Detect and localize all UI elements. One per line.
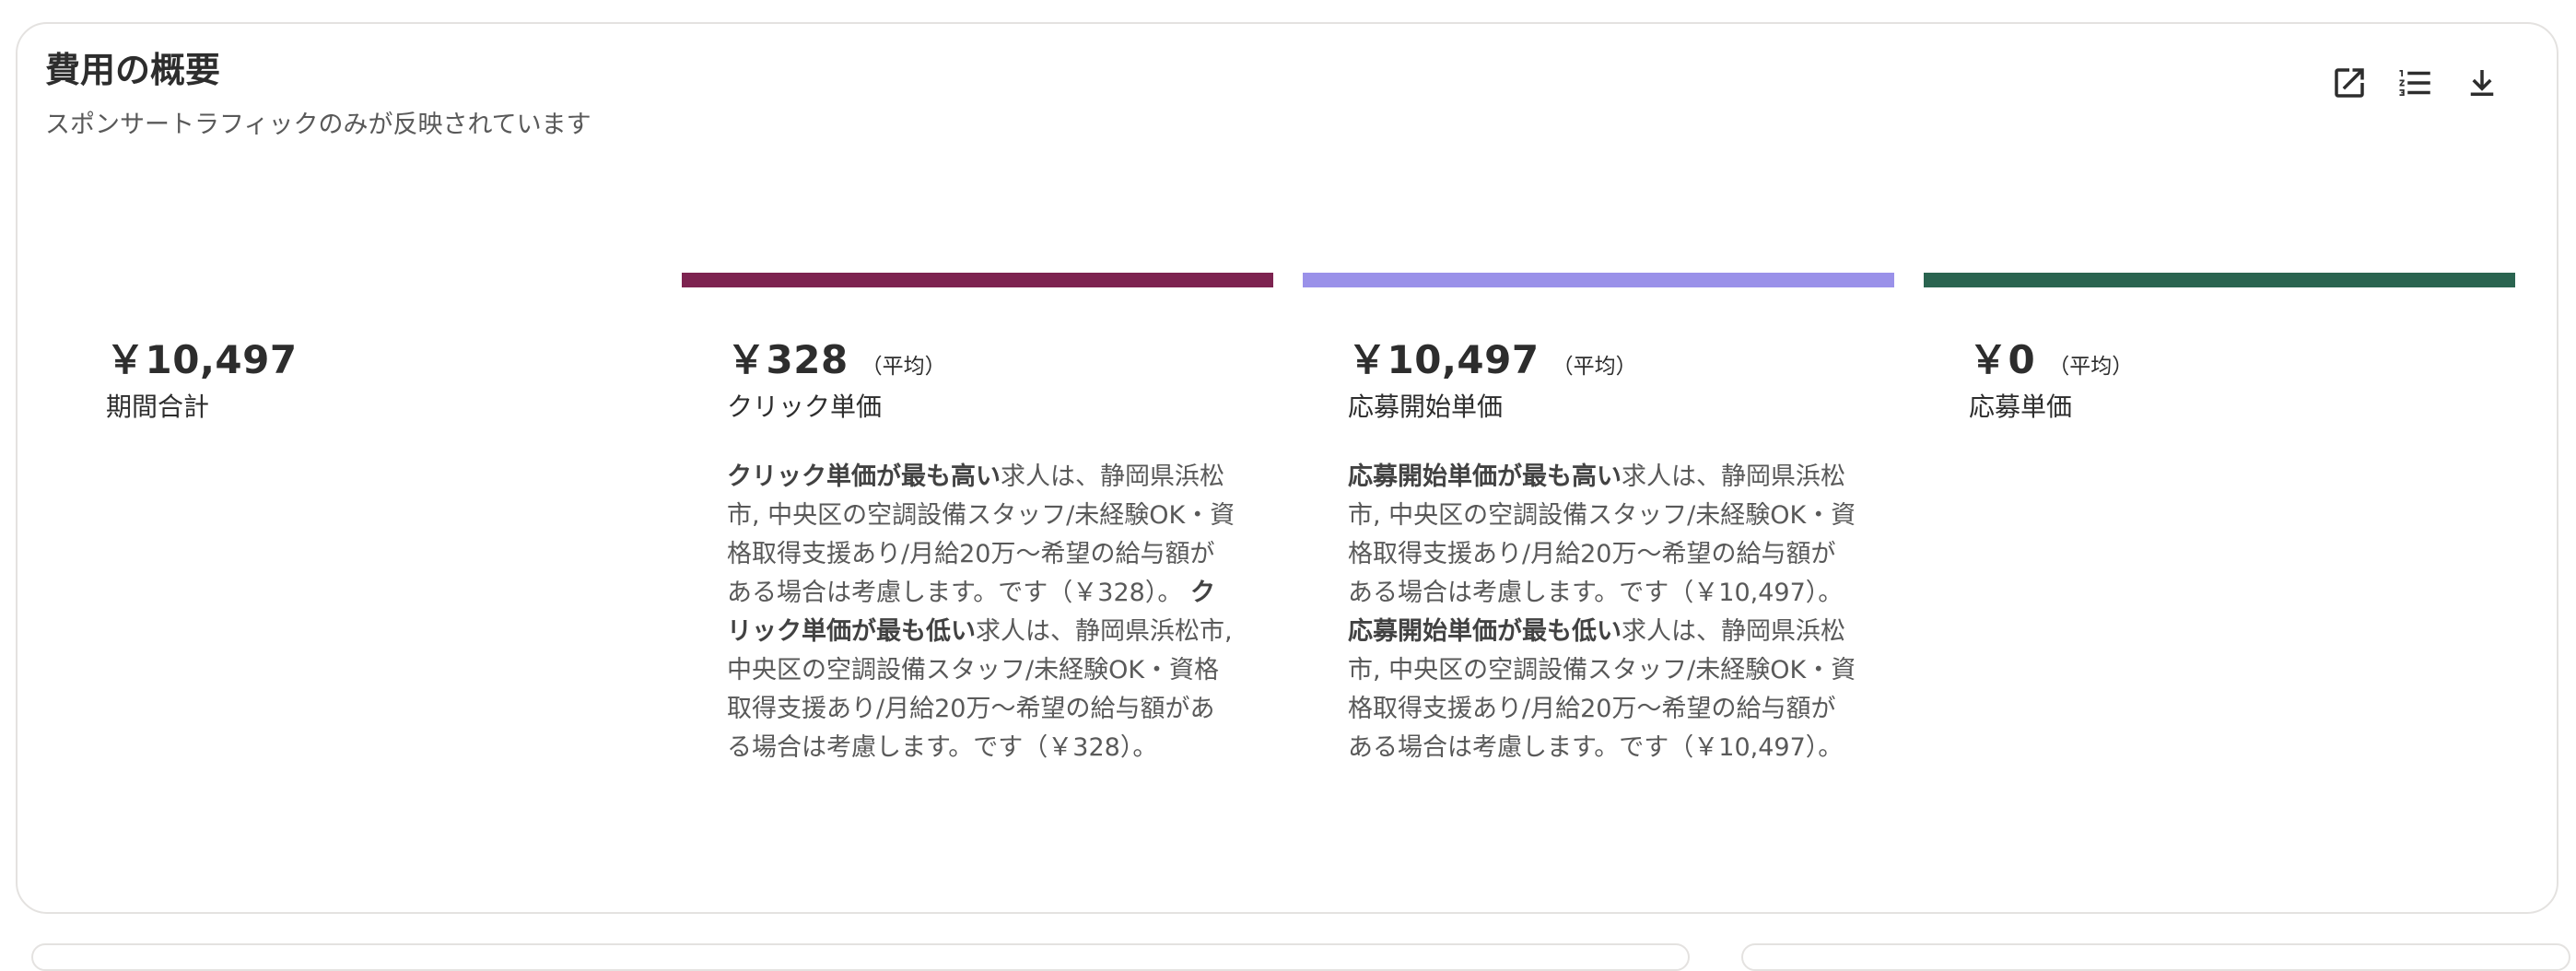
card-title: 費用の概要 xyxy=(45,50,221,90)
metric-label: 期間合計 xyxy=(106,392,210,423)
highest-label: クリック単価が最も高い xyxy=(727,462,1001,491)
cost-summary-card xyxy=(16,22,2558,914)
metric-color-bar xyxy=(682,273,1273,287)
numbered-list-button[interactable] xyxy=(2390,57,2441,109)
metric-cpc-content: ￥328 （平均） クリック単価 クリック単価が最も高い求人は、静岡県浜松市, … xyxy=(727,337,1243,767)
metric-label: クリック単価 xyxy=(727,392,883,423)
numbered-list-icon xyxy=(2399,70,2430,96)
metric-value-line: ￥10,497 （平均） xyxy=(1348,337,1864,383)
download-button[interactable] xyxy=(2456,57,2508,109)
metric-description: クリック単価が最も高い求人は、静岡県浜松市, 中央区の空調設備スタッフ/未経験O… xyxy=(727,458,1238,767)
download-icon xyxy=(2470,70,2494,96)
metric-label: 応募開始単価 xyxy=(1348,392,1504,423)
metric-total-content: ￥10,497 期間合計 xyxy=(106,337,622,425)
metric-cpa-content: ￥0 （平均） 応募単価 xyxy=(1969,337,2485,425)
metric-color-bar xyxy=(1303,273,1894,287)
metric-value: ￥0 xyxy=(1969,337,2036,382)
metric-average-label: （平均） xyxy=(861,355,946,379)
metric-description: 応募開始単価が最も高い求人は、静岡県浜松市, 中央区の空調設備スタッフ/未経験O… xyxy=(1348,458,1859,767)
metric-average-label: （平均） xyxy=(1551,355,1637,379)
metric-color-bar xyxy=(1924,273,2515,287)
metric-value: ￥10,497 xyxy=(106,337,298,382)
next-card-left xyxy=(31,943,1690,971)
lowest-label: 応募開始単価が最も低い xyxy=(1348,616,1622,646)
metric-value-line: ￥328 （平均） xyxy=(727,337,1243,383)
metric-value: ￥328 xyxy=(727,337,849,382)
metric-value-line: ￥0 （平均） xyxy=(1969,337,2485,383)
open-in-new-icon xyxy=(2335,68,2364,98)
highest-label: 応募開始単価が最も高い xyxy=(1348,462,1622,491)
open-in-new-button[interactable] xyxy=(2324,57,2375,109)
metric-average-label: （平均） xyxy=(2048,355,2134,379)
metric-label: 応募単価 xyxy=(1969,392,2073,423)
next-card-right xyxy=(1741,943,2570,971)
metric-value-line: ￥10,497 xyxy=(106,337,622,383)
metric-cpas-content: ￥10,497 （平均） 応募開始単価 応募開始単価が最も高い求人は、静岡県浜松… xyxy=(1348,337,1864,767)
card-subtitle: スポンサートラフィックのみが反映されています xyxy=(45,111,591,139)
metric-value: ￥10,497 xyxy=(1348,337,1540,382)
